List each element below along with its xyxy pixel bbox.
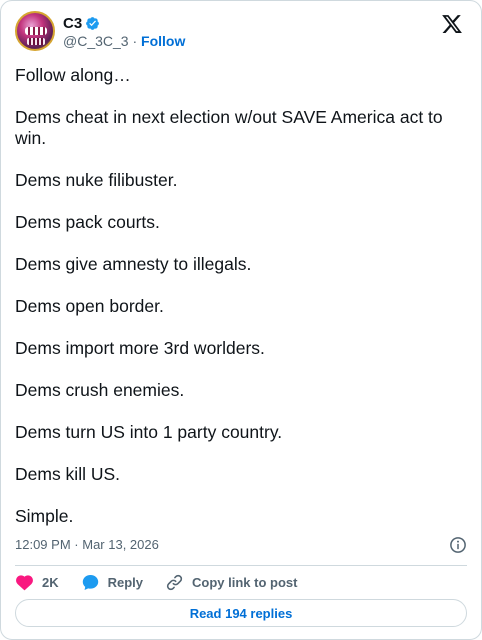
copy-link-label: Copy link to post: [192, 574, 298, 590]
post-card: C3 @C_3C_3 · Follow Follow along… Dems c…: [0, 0, 482, 640]
post-line: Follow along…: [15, 65, 131, 85]
x-logo-icon[interactable]: [441, 13, 463, 35]
divider: [15, 565, 467, 566]
reply-button[interactable]: Reply: [81, 573, 143, 592]
copy-link-button[interactable]: Copy link to post: [165, 573, 297, 592]
action-bar: 2K Reply Copy link to post: [15, 571, 467, 593]
post-line: Dems pack courts.: [15, 212, 160, 232]
handle-separator: ·: [132, 33, 138, 49]
post-line: Dems give amnesty to illegals.: [15, 254, 252, 274]
author-name-row: C3: [63, 15, 100, 32]
post-date: Mar 13, 2026: [82, 537, 159, 552]
read-replies-button[interactable]: Read 194 replies: [15, 599, 467, 627]
post-time: 12:09 PM: [15, 537, 71, 552]
link-icon: [166, 574, 183, 590]
handle-row: @C_3C_3 · Follow: [63, 33, 185, 49]
post-line: Dems open border.: [15, 296, 164, 316]
follow-button[interactable]: Follow: [141, 33, 185, 49]
post-header: C3 @C_3C_3 · Follow: [15, 11, 467, 53]
post-timestamp[interactable]: 12:09 PM · Mar 13, 2026: [15, 537, 159, 552]
post-text: Follow along… Dems cheat in next electio…: [15, 65, 467, 527]
like-count: 2K: [42, 574, 59, 590]
verified-badge-icon: [86, 17, 100, 30]
post-line: Dems nuke filibuster.: [15, 170, 178, 190]
timestamp-row: 12:09 PM · Mar 13, 2026: [15, 536, 467, 556]
post-line: Dems kill US.: [15, 464, 121, 484]
heart-icon: [16, 574, 33, 590]
reply-label: Reply: [107, 574, 144, 590]
info-icon[interactable]: [449, 536, 467, 554]
author-name[interactable]: C3: [63, 15, 82, 32]
post-line: Dems import more 3rd worlders.: [15, 338, 265, 358]
post-line: Dems crush enemies.: [15, 380, 185, 400]
post-line: Simple.: [15, 506, 74, 526]
post-line: Dems cheat in next election w/out SAVE A…: [15, 107, 448, 148]
speech-bubble-icon: [82, 574, 98, 590]
like-button[interactable]: 2K: [15, 573, 59, 592]
author-handle[interactable]: @C_3C_3: [63, 33, 129, 49]
avatar[interactable]: [15, 11, 55, 51]
post-line: Dems turn US into 1 party country.: [15, 422, 283, 442]
timestamp-separator: ·: [74, 537, 79, 552]
